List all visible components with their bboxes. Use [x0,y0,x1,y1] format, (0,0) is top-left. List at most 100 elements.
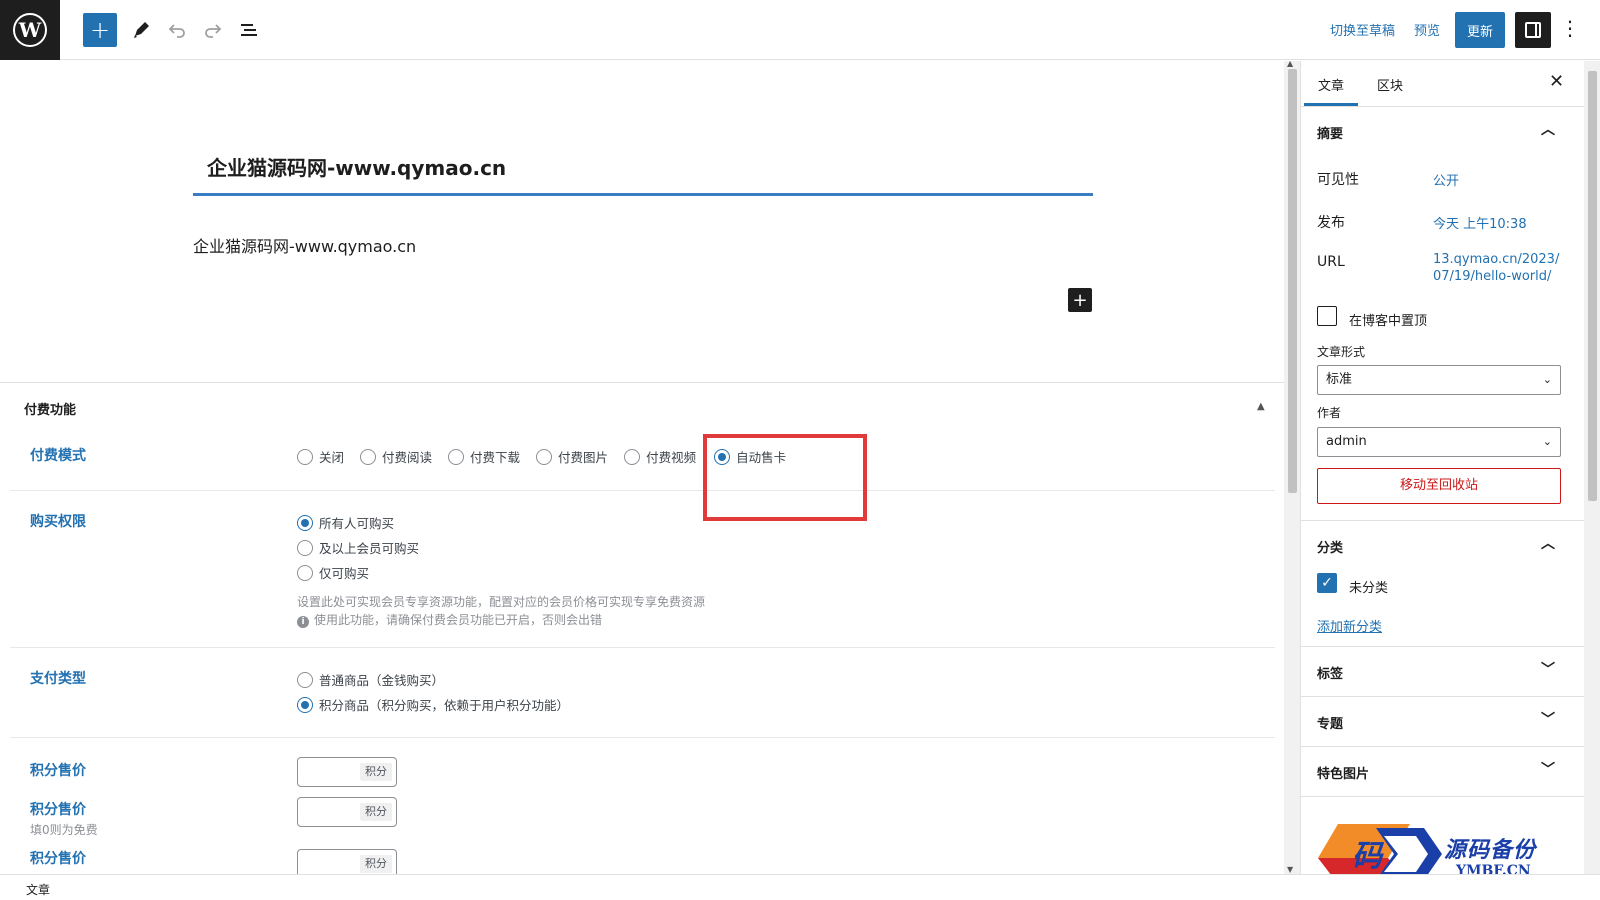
topics-panel-header[interactable]: 专题 ﹀ [1301,696,1584,746]
sidebar-scroll-thumb[interactable] [1588,71,1597,501]
scroll-up-icon[interactable]: ▲ [1287,59,1293,68]
radio-icon [297,564,313,581]
pay-mode-option-video[interactable]: 付费视频 [624,447,696,466]
points-price-input-3[interactable]: 积分 [297,849,397,874]
info-icon: i [297,616,309,628]
topics-panel-title: 专题 [1317,717,1344,732]
metabox-collapse-toggle[interactable]: ▲ [1257,401,1265,412]
points-price-input-1[interactable]: 积分 [297,757,397,787]
list-view-button[interactable] [232,13,266,47]
chevron-down-icon: ⌄ [1542,373,1552,386]
editor-scrollbar[interactable]: ▲ ▼ [1284,59,1300,874]
check-icon: ✓ [1321,575,1333,591]
category-label-uncategorized: 未分类 [1349,581,1389,596]
url-value-line2[interactable]: 07/19/hello-world/ [1433,269,1551,284]
payment-type-option-points[interactable]: 积分商品（积分购买，依赖于用户积分功能） [297,695,569,714]
chevron-up-icon: ︿ [1541,122,1555,138]
metabox-title: 付费功能 [24,403,77,418]
tags-panel-header[interactable]: 标签 ﹀ [1301,646,1584,696]
permission-warning: i 使用此功能，请确保付费会员功能已开启，否则会出错 [297,611,602,628]
undo-button[interactable] [160,13,194,47]
pay-mode-row: 付费模式 关闭 付费阅读 付费下载 付费图片 付费视频 自动售卡 [10,431,1275,491]
list-view-icon [241,24,257,36]
pay-mode-option-off[interactable]: 关闭 [297,447,344,466]
sticky-checkbox[interactable] [1317,306,1337,326]
radio-icon [536,448,553,465]
undo-icon [168,24,185,38]
radio-selected-icon [297,696,313,713]
update-button[interactable]: 更新 [1455,12,1505,48]
plus-icon: + [89,16,111,44]
editor-canvas: 企业猫源码网-www.qymao.cn 企业猫源码网-www.qymao.cn … [0,61,1284,874]
chevron-down-icon: ⌄ [1542,435,1552,448]
author-select[interactable]: admin ⌄ [1317,427,1561,457]
move-to-trash-button[interactable]: 移动至回收站 [1317,468,1561,504]
permission-option-member[interactable]: 及以上会员可购买 [297,538,419,557]
author-label: 作者 [1317,406,1342,420]
pay-mode-option-download[interactable]: 付费下载 [448,447,520,466]
chevron-up-icon: ︿ [1541,536,1555,552]
purchase-permission-row: 购买权限 所有人可购买 及以上会员可购买 仅可购买 设置此处可实现会员专享资源功… [10,491,1275,648]
format-select[interactable]: 标准 ⌄ [1317,365,1561,395]
more-vertical-icon: ⋮ [1560,16,1580,40]
close-icon: ✕ [1549,71,1565,92]
featured-image-panel-header[interactable]: 特色图片 ﹀ [1301,746,1584,796]
sticky-label: 在博客中置顶 [1349,314,1428,329]
editor-toolbar: W + 切换至草稿 预览 更新 ⋮ [0,0,1600,60]
points-unit: 积分 [360,803,392,821]
pay-mode-option-image[interactable]: 付费图片 [536,447,608,466]
pay-mode-option-read[interactable]: 付费阅读 [360,447,432,466]
radio-icon [297,539,313,556]
publish-value[interactable]: 今天 上午10:38 [1433,213,1527,232]
points-unit: 积分 [360,763,392,781]
url-value-line1[interactable]: 13.qymao.cn/2023/ [1433,252,1559,267]
close-sidebar-button[interactable]: ✕ [1549,71,1564,92]
plus-icon: + [1072,289,1088,311]
annotation-highlight-box [703,434,867,521]
summary-panel-header[interactable]: 摘要 ︿ [1301,107,1584,157]
breadcrumb[interactable]: 文章 [26,881,50,898]
permission-option-all[interactable]: 所有人可购买 [297,513,394,532]
points-unit: 积分 [360,855,392,873]
inline-block-inserter-button[interactable]: + [1068,288,1092,312]
points-price-label-3: 积分售价 [30,851,86,867]
settings-button[interactable] [1515,12,1551,48]
paragraph-block[interactable]: 企业猫源码网-www.qymao.cn [193,233,416,257]
points-price-input-2[interactable]: 积分 [297,797,397,827]
permission-option-only[interactable]: 仅可购买 [297,563,369,582]
payment-type-label: 支付类型 [30,671,86,687]
triangle-up-icon: ▲ [1257,401,1265,412]
sidebar-tabs: 文章 区块 ✕ [1301,61,1584,107]
post-title[interactable]: 企业猫源码网-www.qymao.cn [193,146,1093,196]
radio-icon [297,671,313,688]
pay-mode-label: 付费模式 [30,448,86,464]
scroll-down-icon[interactable]: ▼ [1287,865,1293,874]
payment-type-option-money[interactable]: 普通商品（金钱购买） [297,670,444,689]
wordpress-logo[interactable]: W [0,0,60,60]
visibility-value[interactable]: 公开 [1433,170,1459,189]
pencil-icon [134,22,149,38]
categories-panel-title: 分类 [1317,541,1344,556]
chevron-down-icon: ﹀ [1541,712,1555,728]
add-new-category-link[interactable]: 添加新分类 [1317,616,1382,635]
format-label: 文章形式 [1317,345,1366,359]
radio-icon [297,448,313,465]
redo-button[interactable] [196,13,230,47]
editor-scroll-thumb[interactable] [1288,69,1297,493]
switch-to-draft-button[interactable]: 切换至草稿 [1330,20,1395,39]
radio-icon [360,448,377,465]
preview-button[interactable]: 预览 [1414,20,1440,39]
watermark-text: 源码备份 [1444,837,1537,863]
sidebar-scrollbar[interactable] [1584,61,1600,874]
tab-block[interactable]: 区块 [1377,75,1403,94]
more-options-button[interactable]: ⋮ [1560,16,1580,40]
paid-features-metabox: 付费功能 ▲ 付费模式 关闭 付费阅读 付费下载 付费图片 付费视频 自动售卡 … [0,382,1284,874]
visibility-label: 可见性 [1317,172,1359,188]
categories-panel-header[interactable]: 分类 ︿ [1301,520,1584,570]
block-inserter-button[interactable]: + [83,13,117,47]
tools-button[interactable] [124,13,158,47]
points-price-label-2: 积分售价 [30,802,86,818]
publish-label: 发布 [1317,215,1345,231]
category-checkbox-uncategorized[interactable]: ✓ [1317,573,1337,593]
tab-post[interactable]: 文章 [1303,75,1359,106]
